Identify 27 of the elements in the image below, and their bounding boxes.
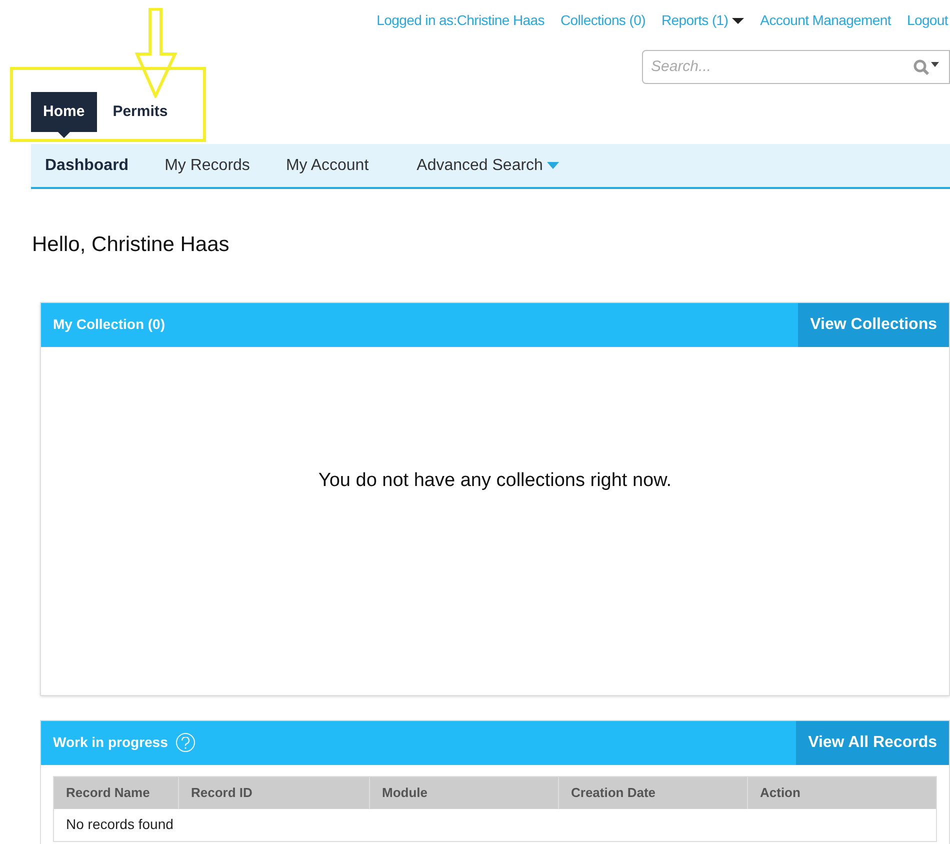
column-header: Action: [747, 776, 936, 808]
panel-title: Work in progress: [53, 733, 168, 752]
empty-message: You do not have any collections right now.: [318, 468, 672, 492]
module-tab[interactable]: Permits: [100, 92, 180, 132]
help-icon[interactable]: [176, 733, 195, 752]
sub-nav-link[interactable]: My Records: [164, 154, 250, 178]
column-header: Record ID: [178, 776, 369, 808]
sub-nav-link[interactable]: My Account: [286, 154, 369, 178]
top-nav-link[interactable]: Logged in as:Christine Haas: [376, 10, 544, 31]
greeting: Hello, Christine Haas: [32, 232, 230, 258]
sub-nav-link[interactable]: Dashboard: [45, 154, 129, 178]
sub-nav-link[interactable]: Advanced Search: [416, 154, 559, 178]
search-input[interactable]: Search...: [651, 56, 913, 78]
top-nav-link[interactable]: Reports (1): [661, 10, 744, 31]
view-all-records-button[interactable]: View All Records: [796, 720, 949, 764]
column-header: Creation Date: [558, 776, 747, 808]
top-nav-link[interactable]: Collections (0): [560, 10, 646, 31]
top-nav-link[interactable]: Logout: [906, 10, 948, 31]
top-nav-link[interactable]: Account Management: [760, 10, 891, 31]
view-collections-button[interactable]: View Collections: [798, 302, 949, 346]
search-icon: [913, 59, 941, 75]
column-header: Record Name: [65, 784, 151, 802]
tab-pointer-icon: [58, 132, 70, 138]
table-empty-message: No records found: [66, 815, 174, 834]
search-field[interactable]: Search...: [642, 50, 950, 84]
column-header: Module: [369, 776, 558, 808]
panel-title: My Collection (0): [53, 315, 166, 334]
